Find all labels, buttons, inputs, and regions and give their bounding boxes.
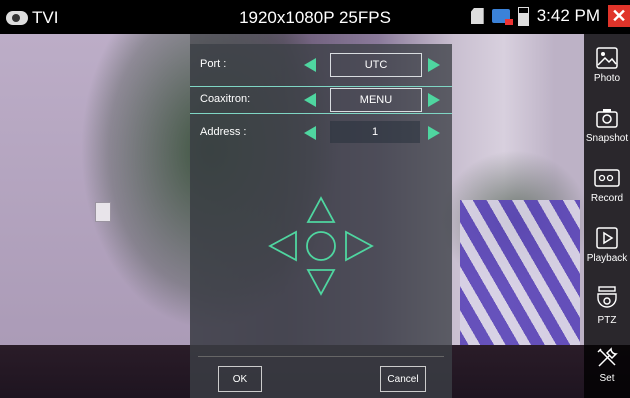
dialog-divider — [198, 356, 444, 357]
ok-button[interactable]: OK — [218, 366, 262, 392]
down-arrow-icon[interactable] — [306, 269, 336, 296]
coaxitron-prev-arrow-icon[interactable] — [304, 93, 316, 107]
coaxitron-row: Coaxitron: MENU — [190, 86, 452, 114]
center-button-icon[interactable] — [306, 231, 336, 261]
ptz-camera-icon — [597, 286, 617, 308]
battery-icon — [517, 6, 529, 26]
coaxitron-label: Coaxitron: — [200, 93, 251, 105]
address-label: Address : — [200, 126, 247, 138]
network-icon — [491, 9, 513, 25]
port-label: Port : — [200, 58, 227, 70]
status-bar: TVI 1920x1080P 25FPS 3:42 PM ✕ — [0, 0, 630, 34]
feed-light-switch — [95, 202, 111, 222]
left-arrow-icon[interactable] — [268, 230, 297, 262]
record-icon — [594, 169, 620, 187]
sidebar-item-label: PTZ — [597, 315, 617, 326]
port-value[interactable]: UTC — [330, 53, 422, 77]
sidebar-item-playback[interactable]: Playback — [584, 226, 630, 264]
sd-card-icon — [470, 8, 484, 24]
sidebar-item-photo[interactable]: Photo — [584, 46, 630, 84]
photo-icon — [596, 47, 618, 69]
sidebar-item-label: Snapshot — [585, 133, 629, 144]
port-row: Port : UTC — [190, 52, 452, 78]
sidebar-item-snapshot[interactable]: Snapshot — [584, 106, 630, 144]
right-arrow-icon[interactable] — [345, 230, 374, 262]
playback-icon — [596, 227, 618, 249]
sidebar-item-ptz[interactable]: PTZ — [584, 286, 630, 326]
tools-icon — [597, 347, 618, 367]
sidebar-item-record[interactable]: Record — [584, 166, 630, 204]
coaxitron-value[interactable]: MENU — [330, 88, 422, 112]
sidebar-item-label: Record — [590, 193, 624, 204]
port-prev-arrow-icon[interactable] — [304, 58, 316, 72]
up-arrow-icon[interactable] — [306, 196, 336, 223]
sidebar-item-label: Playback — [586, 253, 628, 264]
status-icons: 3:42 PM ✕ — [470, 5, 630, 27]
sidebar-item-label: Set — [599, 373, 615, 384]
ptz-control-dialog: Port : UTC Coaxitron: MENU Address : 1 O… — [190, 44, 452, 398]
address-value[interactable]: 1 — [330, 121, 420, 143]
address-prev-arrow-icon[interactable] — [304, 126, 316, 140]
clock: 3:42 PM — [536, 6, 600, 25]
address-next-arrow-icon[interactable] — [428, 126, 440, 140]
sidebar-item-set[interactable]: Set — [584, 346, 630, 384]
port-next-arrow-icon[interactable] — [428, 58, 440, 72]
sidebar: Photo Snapshot Record Playback PTZ Set — [584, 34, 630, 398]
coaxitron-next-arrow-icon[interactable] — [428, 93, 440, 107]
direction-pad — [268, 196, 374, 296]
cancel-button[interactable]: Cancel — [380, 366, 426, 392]
camera-icon — [596, 109, 618, 128]
sidebar-item-label: Photo — [593, 73, 621, 84]
close-icon[interactable]: ✕ — [608, 5, 630, 27]
address-row: Address : 1 — [190, 120, 452, 146]
